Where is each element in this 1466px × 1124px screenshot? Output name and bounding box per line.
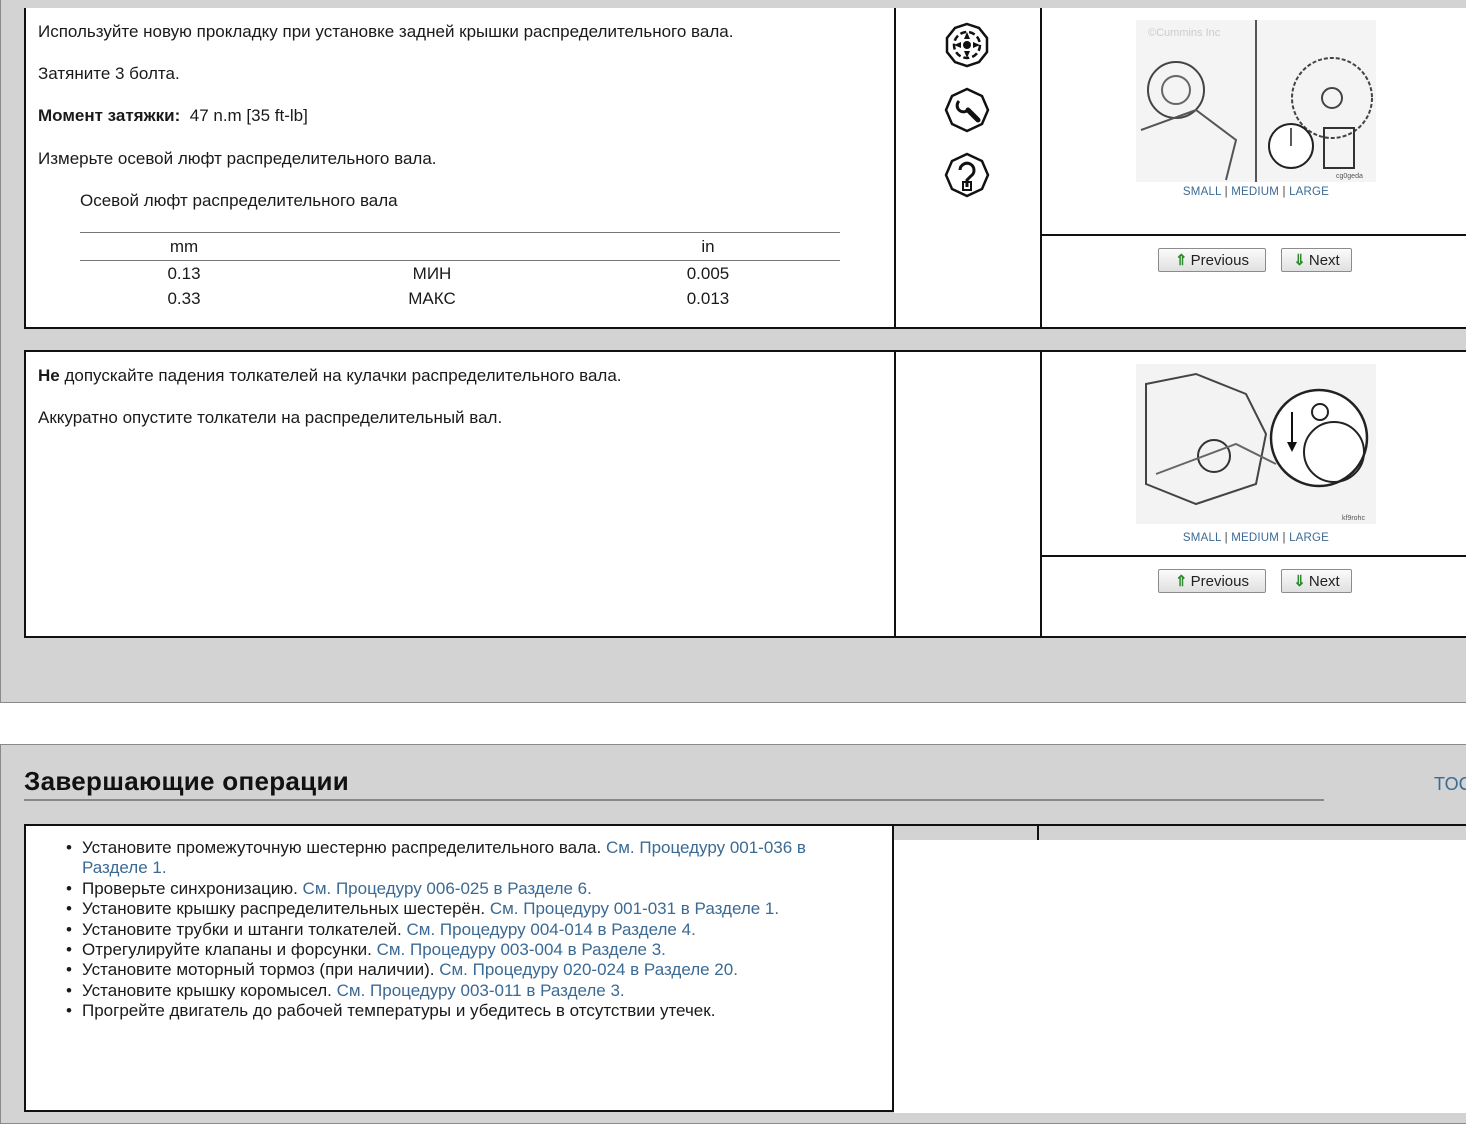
list-item: Установите крышку коромысел. См. Процеду… — [66, 980, 862, 1002]
column-border-top — [892, 824, 1466, 826]
heading-divider — [24, 799, 1324, 801]
cell-mm-max: 0.33 — [167, 288, 201, 308]
size-link-large[interactable]: LARGE — [1289, 532, 1329, 544]
cell-mm-min: 0.13 — [167, 263, 201, 283]
wrench-icon — [944, 87, 990, 133]
image-code: cg0geda — [1336, 173, 1363, 180]
image-size-links: SMALL | MEDIUM | LARGE — [1040, 532, 1466, 544]
cell-in-min: 0.005 — [686, 263, 730, 283]
header-mm: mm — [80, 232, 288, 261]
spec-table-header: mm in — [80, 232, 840, 261]
image-code: kf9rohc — [1342, 515, 1365, 522]
warning-bold: Не — [38, 366, 60, 385]
size-link-medium[interactable]: MEDIUM — [1231, 186, 1279, 198]
camshaft-endplay-illustration[interactable]: ©Cummins Inc cg0geda — [1136, 20, 1376, 182]
list-item-text: Установите трубки и штанги толкателей. — [82, 919, 407, 939]
table-row: 0.13 МИН 0.005 — [80, 261, 840, 287]
arrow-up-icon: ⇑ — [1175, 252, 1188, 269]
procedure-link[interactable]: См. Процедуру 003-004 в Разделе 3. — [377, 940, 666, 959]
list-item: Установите трубки и штанги толкателей. С… — [66, 919, 862, 941]
step-1-text-column: Используйте новую прокладку при установк… — [26, 8, 896, 327]
header-in: in — [576, 232, 840, 261]
finishing-steps-list: Установите промежуточную шестерню распре… — [66, 838, 862, 1022]
step-1-instruction-measure: Измерьте осевой люфт распределительного … — [38, 149, 437, 168]
step-2-text-column: Не допускайте падения толкателей на кула… — [26, 352, 896, 636]
next-label: Next — [1308, 572, 1340, 590]
list-item-text: Установите крышку коромысел. — [82, 980, 337, 1000]
cell-in-max: 0.013 — [686, 288, 730, 308]
list-item-text: Установите промежуточную шестерню распре… — [82, 838, 606, 857]
step-2-warning: Не допускайте падения толкателей на кула… — [38, 366, 622, 386]
procedure-link[interactable]: См. Процедуру 003-011 в Разделе 3. — [337, 981, 625, 1000]
size-link-large[interactable]: LARGE — [1289, 186, 1329, 198]
step-2-image-area: kf9rohc SMALL | MEDIUM | LARGE — [1040, 352, 1466, 557]
tappet-illustration[interactable]: kf9rohc — [1136, 364, 1376, 524]
list-item-text: Установите моторный тормоз (при наличии)… — [82, 960, 440, 980]
size-link-separator: | — [1282, 532, 1286, 544]
list-item: Установите промежуточную шестерню распре… — [66, 838, 862, 879]
size-link-small[interactable]: SMALL — [1183, 532, 1221, 544]
column-divider — [1037, 824, 1039, 840]
image-size-links: SMALL | MEDIUM | LARGE — [1040, 186, 1466, 198]
list-item-text: Установите крышку распределительных шест… — [82, 899, 490, 919]
arrow-down-icon: ⇓ — [1293, 252, 1306, 269]
procedure-link[interactable]: См. Процедуру 004-014 в Разделе 4. — [407, 920, 696, 939]
endplay-spec-table: mm in 0.13 МИН 0.005 0.33 МАКС 0.013 — [80, 232, 840, 311]
step-2-instruction: Аккуратно опустите толкатели на распреде… — [38, 408, 503, 427]
list-item-text: Прогрейте двигатель до рабочей температу… — [82, 1001, 716, 1021]
warning-text: допускайте падения толкателей на кулачки… — [59, 366, 622, 385]
arrow-down-icon: ⇓ — [1293, 573, 1306, 590]
size-link-separator: | — [1282, 186, 1286, 198]
step-2-nav-area: ⇑ Previous ⇓ Next — [1040, 557, 1466, 636]
size-link-small[interactable]: SMALL — [1183, 186, 1221, 198]
procedure-link[interactable]: См. Процедуру 001-031 в Разделе 1. — [490, 899, 779, 918]
header-blank — [288, 232, 576, 261]
step-1-instruction-gasket: Используйте новую прокладку при установк… — [38, 22, 734, 41]
section-heading: Завершающие операции — [24, 766, 350, 796]
blank-area — [894, 840, 1466, 1113]
size-link-separator: | — [1224, 186, 1228, 198]
gear-icon — [945, 22, 989, 68]
torque-value: 47 n.m [35 ft-lb] — [189, 106, 308, 125]
step-1-torque: Момент затяжки: 47 n.m [35 ft-lb] — [38, 106, 308, 126]
step-1-icon-column — [894, 8, 1042, 327]
list-item-text: Проверьте синхронизацию. — [82, 878, 303, 898]
step-1-nav-area: ⇑ Previous ⇓ Next — [1040, 236, 1466, 327]
procedure-step-1: Используйте новую прокладку при установк… — [24, 8, 1466, 329]
list-item: Установите моторный тормоз (при наличии)… — [66, 960, 862, 981]
cell-label-min: МИН — [412, 263, 452, 283]
image-watermark: ©Cummins Inc — [1148, 27, 1221, 39]
step-1-image-area: ©Cummins Inc cg0geda SMALL | MEDIUM | LA… — [1040, 8, 1466, 236]
list-item: Прогрейте двигатель до рабочей температу… — [66, 1001, 862, 1022]
next-button[interactable]: ⇓ Next — [1281, 569, 1352, 593]
previous-button[interactable]: ⇑ Previous — [1158, 569, 1266, 593]
size-link-separator: | — [1224, 532, 1228, 544]
next-label: Next — [1308, 251, 1340, 269]
spec-table-title: Осевой люфт распределительного вала — [80, 191, 398, 210]
list-item-text: Отрегулируйте клапаны и форсунки. — [82, 940, 377, 960]
previous-label: Previous — [1190, 251, 1249, 269]
previous-button[interactable]: ⇑ Previous — [1158, 248, 1266, 272]
toc-link[interactable]: TOC — [1434, 774, 1466, 795]
previous-label: Previous — [1190, 572, 1249, 590]
arrow-up-icon: ⇑ — [1175, 573, 1188, 590]
procedure-link[interactable]: См. Процедуру 020-024 в Разделе 20. — [439, 960, 738, 979]
next-button[interactable]: ⇓ Next — [1281, 248, 1352, 272]
list-item: Установите крышку распределительных шест… — [66, 899, 862, 920]
procedure-link[interactable]: См. Процедуру 006-025 в Разделе 6. — [303, 879, 592, 898]
size-link-medium[interactable]: MEDIUM — [1231, 532, 1279, 544]
step-2-icon-column — [894, 352, 1042, 636]
torque-label: Момент затяжки: — [38, 106, 181, 125]
table-row: 0.33 МАКС 0.013 — [80, 286, 840, 311]
step-1-instruction-bolts: Затяните 3 болта. — [38, 64, 180, 83]
list-item: Проверьте синхронизацию. См. Процедуру 0… — [66, 878, 862, 900]
procedure-step-2: Не допускайте падения толкателей на кула… — [24, 350, 1466, 638]
measure-icon — [944, 152, 990, 198]
cell-label-max: МАКС — [408, 288, 456, 308]
step-1-image-column: ©Cummins Inc cg0geda SMALL | MEDIUM | LA… — [1040, 8, 1466, 327]
step-2-image-column: kf9rohc SMALL | MEDIUM | LARGE ⇑ Previous… — [1040, 352, 1466, 636]
list-item: Отрегулируйте клапаны и форсунки. См. Пр… — [66, 940, 862, 961]
